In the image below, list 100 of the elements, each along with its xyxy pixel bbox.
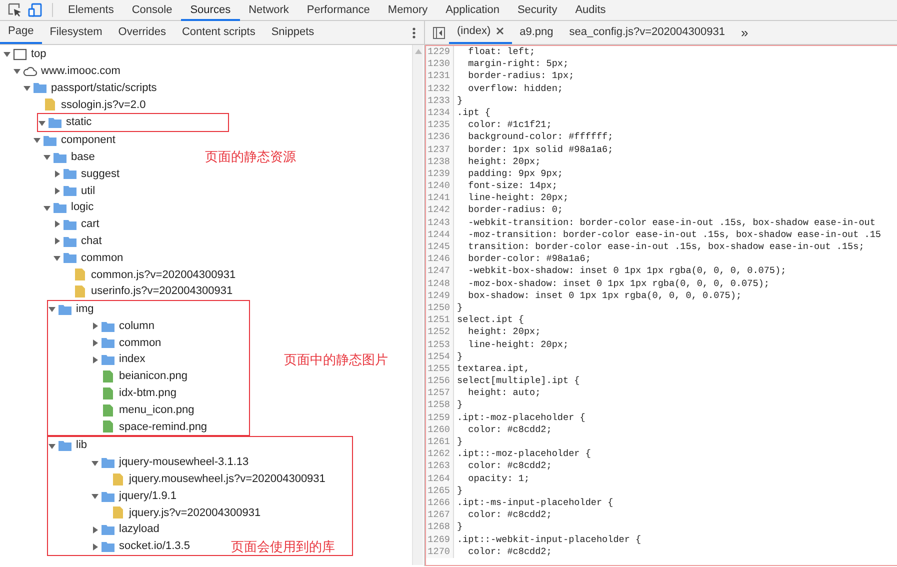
line-number: 1255 <box>426 362 454 376</box>
tree-item[interactable]: column <box>48 318 249 335</box>
collapse-arrow-icon[interactable] <box>43 153 51 162</box>
line-number: 1244 <box>426 228 454 241</box>
tree-item[interactable]: cart <box>0 216 412 233</box>
document-icon <box>73 268 87 282</box>
code-line: opacity: 1; <box>467 472 530 485</box>
tree-item[interactable]: idx-btm.png <box>48 384 249 402</box>
file-tab[interactable]: (index) <box>449 21 512 44</box>
tree-item[interactable]: lib <box>48 437 352 454</box>
expand-arrow-icon[interactable] <box>53 220 61 228</box>
panel-tab[interactable]: Network <box>240 0 298 20</box>
tree-item[interactable]: beianicon.png <box>48 368 249 385</box>
tree-item[interactable]: suggest <box>0 166 412 182</box>
navigator-tab[interactable]: Page <box>0 21 42 44</box>
panel-toggle-icon[interactable] <box>433 26 445 38</box>
line-number: 1253 <box>426 338 454 351</box>
tree-item[interactable]: ssologin.js?v=2.0 <box>0 96 412 114</box>
tree-item[interactable]: base 页面的静态资源 <box>0 148 412 166</box>
tree-item[interactable]: jquery.js?v=202004300931 <box>48 504 352 522</box>
tree-item[interactable]: menu_icon.png <box>48 402 249 419</box>
code-editor[interactable] <box>425 45 897 566</box>
tree-item[interactable]: socket.io/1.3.5 页面会使用到的库 <box>48 538 352 555</box>
tree-item[interactable]: jquery-mousewheel-3.1.13 <box>48 454 352 471</box>
line-number: 1243 <box>426 216 454 229</box>
tree-item[interactable]: chat <box>0 232 412 250</box>
expand-arrow-icon[interactable] <box>91 322 99 330</box>
tree-item[interactable]: component <box>0 132 412 149</box>
collapse-arrow-icon[interactable] <box>43 204 51 212</box>
collapse-arrow-icon[interactable] <box>23 84 31 92</box>
collapse-arrow-icon[interactable] <box>48 305 56 314</box>
folder-icon <box>63 184 77 198</box>
navigator-tab[interactable]: Overrides <box>110 21 174 44</box>
tree-item[interactable]: top <box>0 46 412 63</box>
inspect-icon[interactable] <box>8 3 22 17</box>
file-tab[interactable]: sea_config.js?v=202004300931 <box>561 21 733 44</box>
more-options-icon[interactable] <box>412 26 416 38</box>
tree-item[interactable]: img <box>48 300 249 318</box>
code-line: line-height: 20px; <box>467 338 569 351</box>
navigator-tab[interactable]: Snippets <box>263 21 322 44</box>
line-number: 1245 <box>426 241 454 254</box>
collapse-arrow-icon[interactable] <box>91 458 99 467</box>
expand-arrow-icon[interactable] <box>91 338 99 347</box>
tree-item[interactable]: logic <box>0 199 412 216</box>
file-tab[interactable]: a9.png <box>512 21 562 44</box>
tree-item[interactable]: common <box>0 250 412 266</box>
line-number: 1265 <box>426 484 454 497</box>
collapse-arrow-icon[interactable] <box>38 118 46 127</box>
device-toolbar-icon[interactable] <box>28 3 42 17</box>
tree-item[interactable]: lazyload <box>48 521 352 538</box>
tree-item[interactable]: passport/static/scripts <box>0 80 412 96</box>
navigator-tab[interactable]: Filesystem <box>42 21 110 44</box>
tree-item[interactable]: common.js?v=202004300931 <box>0 266 412 284</box>
tree-item[interactable]: util <box>0 182 412 200</box>
panel-tab[interactable]: Elements <box>59 0 123 20</box>
collapse-arrow-icon[interactable] <box>33 136 41 144</box>
code-line: textarea.ipt, <box>456 362 530 376</box>
line-number: 1258 <box>426 399 454 412</box>
tree-item[interactable]: static <box>38 114 228 131</box>
tree-item[interactable]: common <box>48 334 249 352</box>
line-number: 1261 <box>426 436 454 448</box>
code-line: } <box>456 399 463 412</box>
line-number: 1264 <box>426 472 454 485</box>
collapse-arrow-icon[interactable] <box>91 492 99 500</box>
line-number: 1232 <box>426 82 454 95</box>
panel-tab[interactable]: Console <box>122 0 182 20</box>
code-line: -moz-transition: border-color ease-in-out .15s, box-shadow ease-in-out .15 <box>467 228 882 241</box>
navigator-tab[interactable]: Content scripts <box>174 21 264 44</box>
folder-icon <box>101 540 115 553</box>
expand-arrow-icon[interactable] <box>91 356 99 364</box>
line-number: 1235 <box>426 119 454 132</box>
tree-item[interactable]: userinfo.js?v=202004300931 <box>0 283 412 300</box>
panel-tab[interactable]: Audits <box>566 0 615 20</box>
close-icon[interactable] <box>496 27 504 36</box>
line-number: 1241 <box>426 192 454 204</box>
tree-item[interactable]: www.imooc.com <box>0 62 412 80</box>
expand-arrow-icon[interactable] <box>53 237 61 246</box>
panel-tab[interactable]: Application <box>436 0 508 20</box>
collapse-arrow-icon[interactable] <box>3 50 11 58</box>
more-tabs-button[interactable]: » <box>732 21 756 44</box>
expand-arrow-icon[interactable] <box>91 526 99 534</box>
collapse-arrow-icon[interactable] <box>48 442 56 450</box>
tree-item[interactable]: jquery.mousewheel.js?v=202004300931 <box>48 470 352 488</box>
expand-arrow-icon[interactable] <box>91 542 99 550</box>
folder-icon <box>63 167 77 180</box>
tree-item[interactable]: space-remind.png <box>48 418 249 436</box>
code-line: select[multiple].ipt { <box>456 375 580 388</box>
panel-tab[interactable]: Performance <box>298 0 379 20</box>
panel-tab[interactable]: Security <box>508 0 566 20</box>
line-number: 1250 <box>426 302 454 314</box>
tree-item[interactable]: jquery/1.9.1 <box>48 488 352 505</box>
code-line: } <box>456 521 463 534</box>
expand-arrow-icon[interactable] <box>53 170 61 178</box>
document-icon <box>101 420 115 434</box>
collapse-arrow-icon[interactable] <box>13 67 21 76</box>
expand-arrow-icon[interactable] <box>53 186 61 195</box>
line-number: 1254 <box>426 350 454 363</box>
panel-tab[interactable]: Memory <box>378 0 437 20</box>
collapse-arrow-icon[interactable] <box>53 254 61 262</box>
line-number: 1233 <box>426 94 454 107</box>
